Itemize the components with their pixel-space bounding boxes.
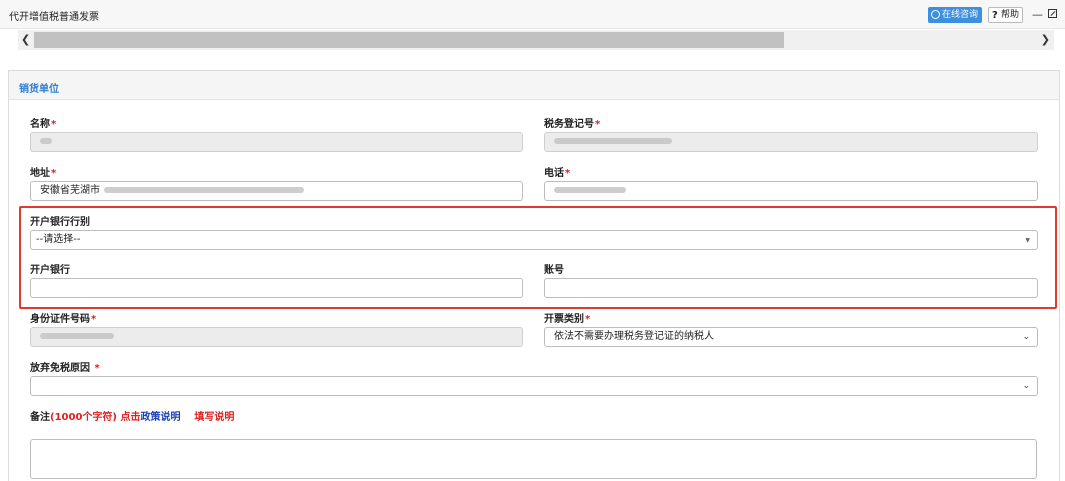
- redacted-text: [554, 187, 626, 193]
- name-field: [30, 132, 523, 152]
- maximize-icon[interactable]: [1048, 9, 1057, 18]
- policy-link[interactable]: 政策说明: [140, 412, 180, 423]
- window-title: 代开增值税普通发票: [9, 12, 99, 23]
- name-label: 名称*: [30, 119, 57, 130]
- bank-type-select[interactable]: --请选择-- ▼: [30, 230, 1038, 250]
- id-number-label: 身份证件号码*: [30, 314, 97, 325]
- online-consult-button[interactable]: 在线咨询: [928, 7, 982, 23]
- exempt-reason-label: 放弃免税原因 *: [30, 363, 100, 374]
- invoice-type-value: 依法不需要办理税务登记证的纳税人: [554, 331, 714, 342]
- fill-instructions-link[interactable]: 填写说明: [194, 412, 234, 423]
- section-header: 销货单位: [9, 71, 1059, 100]
- remarks-textarea[interactable]: [30, 439, 1037, 479]
- question-icon: ?: [992, 10, 998, 21]
- invoice-type-label: 开票类别*: [544, 314, 591, 325]
- address-field[interactable]: 安徽省芜湖市: [30, 181, 523, 201]
- address-value: 安徽省芜湖市: [40, 185, 100, 196]
- redacted-text: [40, 333, 114, 339]
- online-consult-label: 在线咨询: [942, 10, 979, 20]
- bank-input[interactable]: [30, 278, 523, 298]
- redacted-text: [104, 187, 304, 193]
- scrollbar-thumb[interactable]: [34, 32, 784, 48]
- address-label: 地址*: [30, 168, 57, 179]
- chevron-down-icon: ⌄: [1022, 332, 1030, 342]
- chevron-down-icon: ⌄: [1022, 381, 1030, 391]
- exempt-reason-select[interactable]: ⌄: [30, 376, 1038, 396]
- scroll-right-icon[interactable]: ❯: [1041, 33, 1050, 46]
- account-label: 账号: [544, 265, 564, 276]
- help-label: 帮助: [1001, 10, 1020, 20]
- id-number-field: [30, 327, 523, 347]
- headset-icon: [931, 10, 940, 19]
- help-button[interactable]: ? 帮助: [988, 7, 1023, 23]
- tax-id-field: [544, 132, 1038, 152]
- phone-field[interactable]: [544, 181, 1038, 201]
- redacted-text: [554, 138, 672, 144]
- bank-type-value: --请选择--: [36, 234, 81, 245]
- scroll-left-icon[interactable]: ❮: [21, 33, 30, 46]
- bank-label: 开户银行: [30, 265, 70, 276]
- bank-type-label: 开户银行行别: [30, 217, 90, 228]
- window-titlebar: 代开增值税普通发票 在线咨询 ? 帮助 —: [0, 0, 1065, 29]
- phone-label: 电话*: [544, 168, 571, 179]
- account-input[interactable]: [544, 278, 1038, 298]
- remarks-label: 备注(1000个字符) 点击政策说明 填写说明: [30, 412, 235, 423]
- invoice-type-select[interactable]: 依法不需要办理税务登记证的纳税人 ⌄: [544, 327, 1038, 347]
- tax-id-label: 税务登记号*: [544, 119, 601, 130]
- section-title: 销货单位: [19, 84, 59, 95]
- dropdown-caret-icon: ▼: [1025, 237, 1030, 244]
- redacted-text: [40, 138, 52, 144]
- horizontal-scrollbar[interactable]: ❮ ❯: [18, 30, 1054, 50]
- minimize-icon[interactable]: —: [1032, 8, 1043, 21]
